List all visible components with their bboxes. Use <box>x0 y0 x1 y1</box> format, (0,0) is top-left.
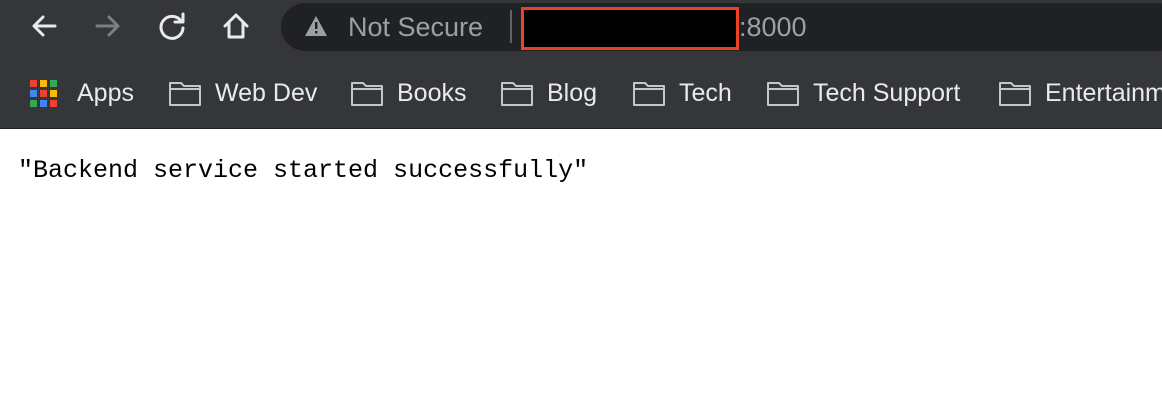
home-button[interactable] <box>219 9 253 43</box>
apps-grid-icon <box>30 79 64 107</box>
reload-button[interactable] <box>155 9 189 43</box>
folder-icon <box>168 79 202 107</box>
bookmark-label: Entertainm <box>1045 78 1162 107</box>
folder-icon <box>500 79 534 107</box>
response-body-text: "Backend service started successfully" <box>18 156 589 185</box>
folder-icon <box>998 79 1032 107</box>
bookmark-label: Tech <box>679 78 732 107</box>
url-divider <box>510 10 512 43</box>
bookmark-label: Blog <box>547 78 598 107</box>
bookmark-label: Web Dev <box>215 78 318 107</box>
folder-icon <box>632 79 666 107</box>
bookmarks-bar: Apps Web Dev Books Blog Tech Tech Suppor… <box>0 58 1162 129</box>
folder-icon <box>350 79 384 107</box>
bookmark-folder-tech[interactable]: Tech <box>632 58 732 128</box>
forward-arrow-icon <box>95 15 120 37</box>
home-icon <box>223 13 249 39</box>
url-port[interactable]: :8000 <box>739 11 807 43</box>
forward-button[interactable] <box>91 9 125 43</box>
warning-triangle-icon[interactable] <box>304 15 328 37</box>
bookmark-folder-books[interactable]: Books <box>350 58 466 128</box>
bookmark-apps[interactable]: Apps <box>30 58 134 128</box>
browser-toolbar: Not Secure :8000 <box>0 0 1162 58</box>
bookmark-label: Apps <box>77 78 134 107</box>
reload-icon <box>159 12 185 40</box>
bookmark-folder-entertainment[interactable]: Entertainm <box>998 58 1162 128</box>
redacted-host <box>521 7 739 50</box>
back-button[interactable] <box>27 9 61 43</box>
security-status-label[interactable]: Not Secure <box>348 11 483 43</box>
bookmark-label: Tech Support <box>813 78 961 107</box>
bookmark-folder-blog[interactable]: Blog <box>500 58 597 128</box>
bookmark-label: Books <box>397 78 467 107</box>
back-arrow-icon <box>32 15 57 37</box>
folder-icon <box>766 79 800 107</box>
bookmark-folder-tech-support[interactable]: Tech Support <box>766 58 960 128</box>
bookmark-folder-web-dev[interactable]: Web Dev <box>168 58 317 128</box>
